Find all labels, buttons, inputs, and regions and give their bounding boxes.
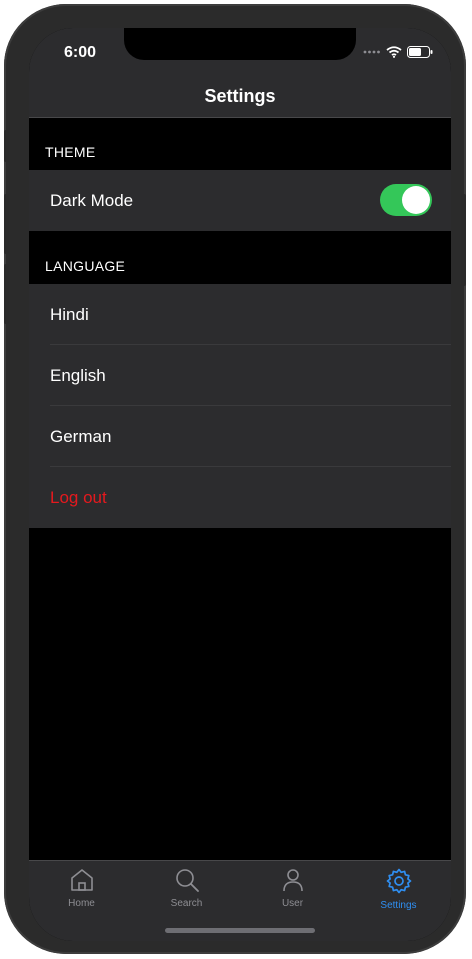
language-option-label: German [50,426,112,446]
language-option-label: Hindi [50,304,89,324]
language-option-english[interactable]: English [29,345,451,406]
home-icon [70,869,93,891]
cellular-signal-icon [363,50,380,54]
theme-section-header: THEME [45,144,96,160]
language-option-hindi[interactable]: Hindi [29,284,451,345]
dark-mode-label: Dark Mode [50,190,134,210]
wifi-icon [386,46,402,58]
home-indicator [165,928,315,933]
language-option-label: English [50,365,106,385]
navigation-bar: Settings [29,76,451,118]
tab-search[interactable]: Search [134,867,239,917]
power-button [461,194,466,286]
user-icon [282,869,303,892]
volume-up-button [4,194,9,254]
screen: 6:00 Settings THEME Dark Mode LANGUAGE H… [29,28,451,941]
toggle-knob [402,186,430,214]
tab-label: Search [170,898,203,909]
battery-icon [407,46,433,58]
tab-user[interactable]: User [240,867,345,917]
tab-label: Settings [380,900,417,911]
logout-label: Log out [50,487,107,507]
gear-icon [386,868,411,894]
page-title: Settings [204,86,276,106]
tab-label: Home [68,898,95,909]
tab-label: User [281,898,304,909]
notch [124,28,356,60]
tab-home[interactable]: Home [29,867,134,917]
search-icon [175,869,199,892]
language-option-german[interactable]: German [29,406,451,467]
dark-mode-row: Dark Mode [29,170,451,231]
language-section-header: LANGUAGE [45,258,126,274]
volume-down-button [4,264,9,324]
mute-switch [4,130,9,162]
status-icons [363,46,433,58]
logout-row[interactable]: Log out [29,467,451,528]
tab-settings[interactable]: Settings [346,867,451,917]
phone-frame: 6:00 Settings THEME Dark Mode LANGUAGE H… [4,4,466,954]
status-time: 6:00 [64,44,97,61]
dark-mode-toggle[interactable] [380,184,432,216]
